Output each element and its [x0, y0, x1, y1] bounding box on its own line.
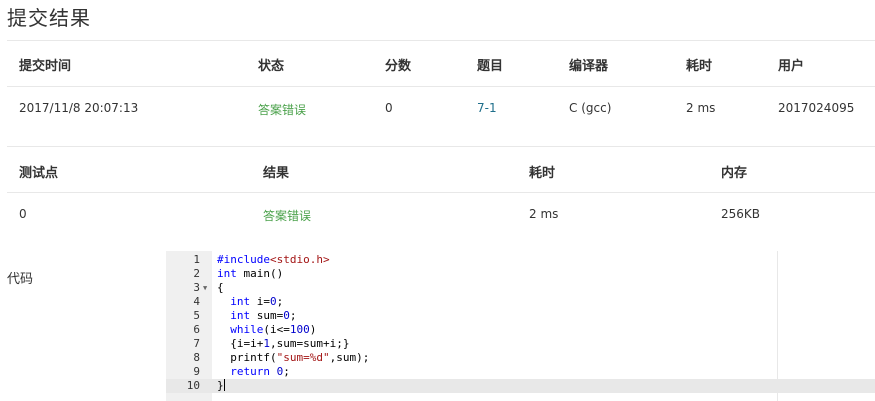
line-number: 10: [186, 379, 200, 392]
code-line: 1 #include<stdio.h>: [166, 253, 875, 267]
compiler-value: C (gcc): [569, 101, 612, 115]
header-elapsed: 耗时: [529, 166, 556, 181]
code-text: }: [217, 379, 225, 392]
divider: [7, 40, 875, 41]
code-line: 2 int main(): [166, 267, 875, 281]
testcase-table-header: 测试点 结果 耗时 内存: [0, 162, 875, 181]
elapsed-value: 2 ms: [686, 101, 716, 115]
status-badge: 答案错误: [263, 209, 312, 223]
header-problem: 题目: [477, 59, 504, 74]
code-editor[interactable]: 1 #include<stdio.h> 2 int main() 3 ▼ {4 int i=…: [166, 251, 875, 401]
divider: [7, 146, 875, 147]
text-cursor: [223, 379, 225, 391]
code-text: int i=0;: [230, 295, 284, 308]
header-result: 结果: [263, 166, 290, 181]
header-score: 分数: [385, 59, 412, 74]
header-status: 状态: [258, 59, 285, 74]
status-badge: 答案错误: [258, 103, 307, 117]
code-line: 3 ▼ {: [166, 281, 875, 295]
code-text: #include<stdio.h>: [217, 253, 330, 266]
line-number: 9: [193, 365, 200, 378]
code-text: {i=i+1,sum=sum+i;}: [217, 337, 350, 350]
submit-time: 2017/11/8 20:07:13: [19, 101, 139, 115]
header-submit-time: 提交时间: [19, 59, 72, 74]
fold-toggle-icon[interactable]: ▼: [203, 281, 207, 295]
header-compiler: 编译器: [569, 59, 609, 74]
code-line: 10}: [166, 379, 875, 393]
code-label: 代码: [7, 272, 34, 287]
header-user: 用户: [778, 59, 805, 74]
code-text: {: [217, 281, 224, 294]
line-number: 6: [193, 323, 200, 336]
line-number: 4: [193, 295, 200, 308]
line-number: 7: [193, 337, 200, 350]
code-line: 9 return 0;: [166, 365, 875, 379]
line-number: 8: [193, 351, 200, 364]
line-number: 1: [193, 253, 200, 266]
code-text: printf("sum=%d",sum);: [217, 351, 370, 364]
table-row: 2017/11/8 20:07:13 答案错误 0 7-1 C (gcc) 2 …: [0, 101, 875, 119]
submission-table-header: 提交时间 状态 分数 题目 编译器 耗时 用户: [0, 55, 875, 74]
table-row: 0 答案错误 2 ms 256KB: [0, 207, 875, 225]
code-line: 7 {i=i+1,sum=sum+i;}: [166, 337, 875, 351]
code-line: 6 while(i<=100): [166, 323, 875, 337]
line-number: 2: [193, 267, 200, 280]
code-text: while(i<=100): [230, 323, 317, 336]
testcase-id: 0: [19, 207, 27, 221]
score-value: 0: [385, 101, 393, 115]
code-line: 5 int sum=0;: [166, 309, 875, 323]
problem-link[interactable]: 7-1: [477, 101, 497, 115]
code-text: int sum=0;: [230, 309, 297, 322]
header-memory: 内存: [721, 166, 748, 181]
code-line: 8 printf("sum=%d",sum);: [166, 351, 875, 365]
user-value: 2017024095: [778, 101, 855, 115]
elapsed-value: 2 ms: [529, 207, 559, 221]
divider: [7, 86, 875, 87]
divider: [7, 192, 875, 193]
memory-value: 256KB: [721, 207, 761, 221]
line-number: 5: [193, 309, 200, 322]
code-line: 4 int i=0;: [166, 295, 875, 309]
code-text: return 0;: [230, 365, 290, 378]
code-text: int main(): [217, 267, 284, 280]
header-testcase: 测试点: [19, 166, 59, 181]
line-number: 3: [193, 281, 200, 294]
page-title: 提交结果: [7, 6, 91, 30]
header-elapsed: 耗时: [686, 59, 713, 74]
